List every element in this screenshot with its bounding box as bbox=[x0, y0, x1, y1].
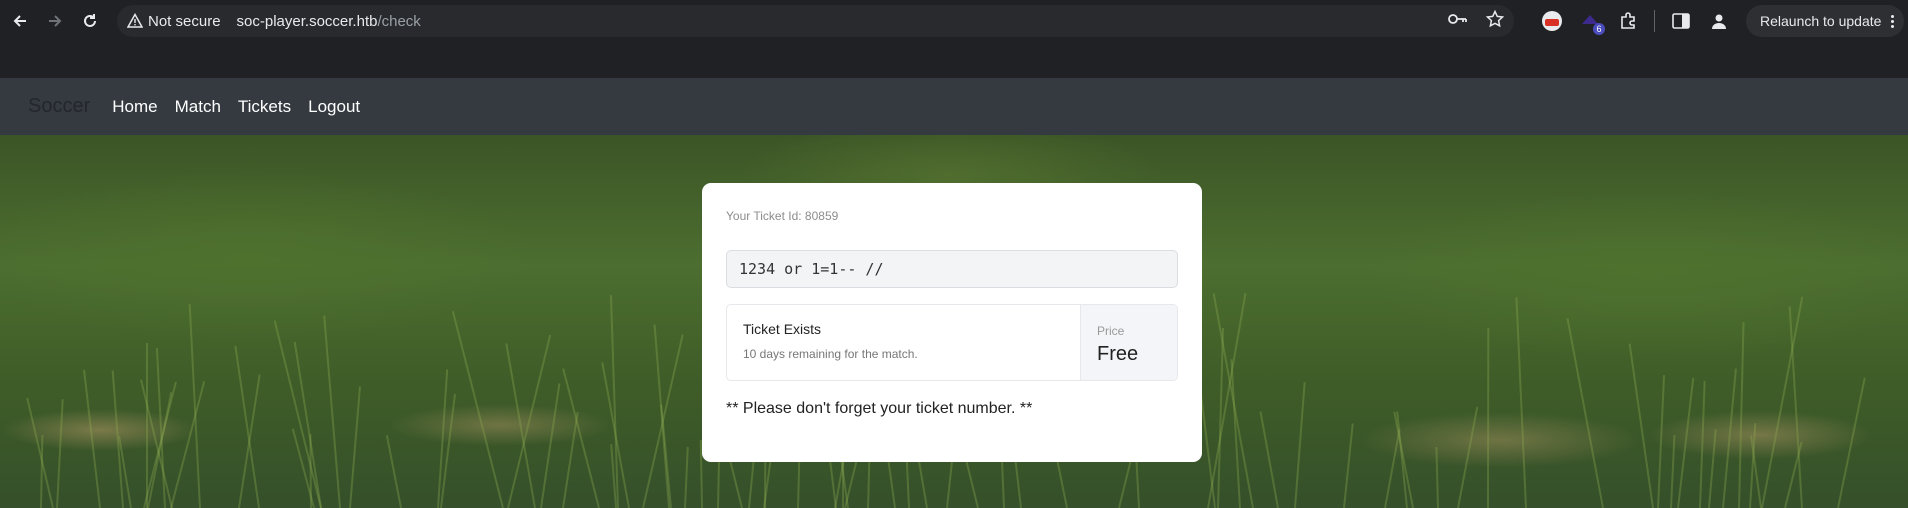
ticket-check-card: Your Ticket Id: 80859 Ticket Exists 10 d… bbox=[702, 183, 1202, 462]
nav-logout-link[interactable]: Logout bbox=[308, 97, 360, 117]
reload-button[interactable] bbox=[72, 3, 108, 39]
grass-blade bbox=[684, 447, 689, 508]
forward-button[interactable] bbox=[37, 3, 73, 39]
bookmark-star-icon[interactable] bbox=[1485, 9, 1505, 33]
grass-blade bbox=[1761, 296, 1804, 508]
grass-blade bbox=[1487, 327, 1490, 508]
url-host: soc-player.soccer.htb bbox=[236, 12, 378, 30]
grass-blade bbox=[385, 435, 402, 508]
ticket-reminder-note: ** Please don't forget your ticket numbe… bbox=[726, 400, 1033, 417]
grass-blade bbox=[349, 386, 361, 508]
back-arrow-icon bbox=[13, 15, 26, 27]
grass-blade bbox=[1677, 377, 1695, 508]
url-path: /check bbox=[377, 12, 421, 30]
grass-blade bbox=[1738, 322, 1745, 508]
forward-arrow-icon bbox=[49, 15, 62, 27]
nav-links: Home Match Tickets Logout bbox=[112, 97, 360, 117]
grass-blade bbox=[323, 315, 341, 508]
extensions-area: 6 bbox=[1540, 6, 1731, 36]
bookmarks-bar bbox=[0, 43, 1908, 78]
grass-blade bbox=[1670, 435, 1676, 508]
grass-blade bbox=[1384, 429, 1401, 508]
grass-blade bbox=[1657, 375, 1666, 508]
grass-blade bbox=[1396, 411, 1408, 508]
grass-blade bbox=[1837, 377, 1866, 508]
browser-toolbar: Not secure soc-player.soccer.htb/check 6 bbox=[0, 0, 1908, 43]
ticket-id-label: Your Ticket Id: 80859 bbox=[726, 209, 839, 223]
ticket-result-info: Ticket Exists 10 days remaining for the … bbox=[727, 305, 1080, 380]
grass-blade bbox=[1207, 293, 1247, 508]
grass-blade bbox=[1435, 446, 1439, 508]
address-bar[interactable]: Not secure soc-player.soccer.htb/check bbox=[117, 5, 1514, 37]
nav-match-link[interactable]: Match bbox=[175, 97, 221, 117]
profile-icon[interactable] bbox=[1707, 9, 1731, 33]
ticket-result: Ticket Exists 10 days remaining for the … bbox=[726, 304, 1178, 381]
ticket-remaining-days: 10 days remaining for the match. bbox=[743, 347, 918, 361]
price-value: Free bbox=[1097, 343, 1139, 365]
grass-blade bbox=[56, 399, 64, 508]
grass-blade bbox=[146, 343, 148, 508]
ticket-price-panel: Price Free bbox=[1080, 305, 1177, 380]
back-button[interactable] bbox=[2, 3, 38, 39]
warning-icon[interactable] bbox=[127, 13, 143, 29]
grass-blade bbox=[1722, 368, 1737, 508]
grass-blade bbox=[83, 369, 101, 508]
grass-blade bbox=[234, 345, 260, 508]
puzzle-icon[interactable] bbox=[1616, 9, 1640, 33]
grass-blade bbox=[540, 383, 561, 508]
relaunch-button[interactable]: Relaunch to update bbox=[1746, 5, 1904, 37]
grass-blade bbox=[188, 304, 201, 508]
grass-blade bbox=[451, 311, 504, 508]
price-label: Price bbox=[1097, 324, 1125, 338]
grass-blade bbox=[1699, 381, 1706, 508]
reload-icon bbox=[84, 14, 96, 27]
side-panel-icon[interactable] bbox=[1669, 9, 1693, 33]
relaunch-label: Relaunch to update bbox=[1760, 13, 1882, 29]
grass-blade bbox=[1457, 406, 1479, 508]
url-text[interactable]: soc-player.soccer.htb/check bbox=[237, 13, 421, 30]
ticket-search-input[interactable] bbox=[726, 250, 1178, 288]
nav-home-link[interactable]: Home bbox=[112, 97, 157, 117]
more-menu-icon[interactable] bbox=[1891, 14, 1895, 28]
grass-blade bbox=[1294, 382, 1306, 508]
site-brand[interactable]: Soccer bbox=[28, 95, 90, 118]
grass-blade bbox=[1515, 297, 1527, 508]
nav-tickets-link[interactable]: Tickets bbox=[238, 97, 291, 117]
grass-blade bbox=[1708, 429, 1717, 508]
grass-blade bbox=[1628, 343, 1654, 508]
toolbar-separator bbox=[1654, 10, 1655, 32]
grass-blade bbox=[1259, 411, 1279, 508]
extension-purple-icon[interactable]: 6 bbox=[1578, 9, 1605, 35]
password-key-icon[interactable] bbox=[1448, 12, 1468, 31]
grass-blade bbox=[562, 368, 600, 508]
grass-blade bbox=[1566, 318, 1604, 508]
extension-badge: 6 bbox=[1593, 23, 1605, 35]
ticket-status: Ticket Exists bbox=[743, 321, 822, 337]
extension-red-icon[interactable] bbox=[1540, 9, 1564, 33]
site-navbar: Soccer Home Match Tickets Logout bbox=[0, 78, 1908, 135]
grass-blade bbox=[1343, 423, 1354, 508]
security-status[interactable]: Not secure bbox=[148, 13, 221, 30]
grass-blade bbox=[505, 343, 536, 508]
